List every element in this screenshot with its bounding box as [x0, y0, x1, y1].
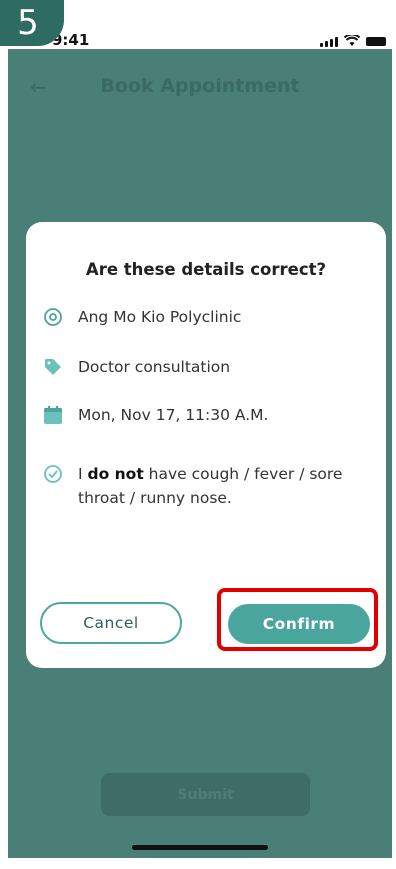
service-label: Doctor consultation — [78, 358, 231, 376]
declaration-row: I do not have cough / fever / sore throa… — [42, 462, 348, 510]
wifi-icon — [344, 35, 360, 46]
tag-icon — [42, 356, 64, 378]
home-indicator — [132, 845, 268, 850]
app-bar: ← Book Appointment — [8, 49, 392, 109]
check-circle-icon — [42, 462, 64, 486]
confirm-button[interactable]: Confirm — [228, 604, 370, 644]
location-pin-icon — [42, 306, 64, 328]
cancel-button[interactable]: Cancel — [40, 602, 182, 644]
declaration-text: I do not have cough / fever / sore throa… — [78, 465, 343, 507]
dialog-title: Are these details correct? — [85, 260, 327, 279]
location-label: Ang Mo Kio Polyclinic — [78, 308, 242, 326]
status-bar: 9:41 — [8, 13, 392, 49]
calendar-icon — [42, 404, 64, 426]
confirm-dialog: Are these details correct? Ang Mo Kio Po… — [26, 222, 386, 668]
battery-icon — [366, 37, 386, 46]
page-title: Book Appointment — [100, 75, 300, 97]
service-row: Doctor consultation — [42, 356, 230, 378]
submit-button: Submit — [101, 773, 310, 816]
datetime-row: Mon, Nov 17, 11:30 A.M. — [42, 404, 268, 426]
signal-icon — [320, 37, 338, 47]
status-icons — [320, 35, 386, 47]
location-row: Ang Mo Kio Polyclinic — [42, 306, 241, 328]
datetime-label: Mon, Nov 17, 11:30 A.M. — [78, 406, 269, 424]
step-badge: 5 — [0, 0, 64, 46]
